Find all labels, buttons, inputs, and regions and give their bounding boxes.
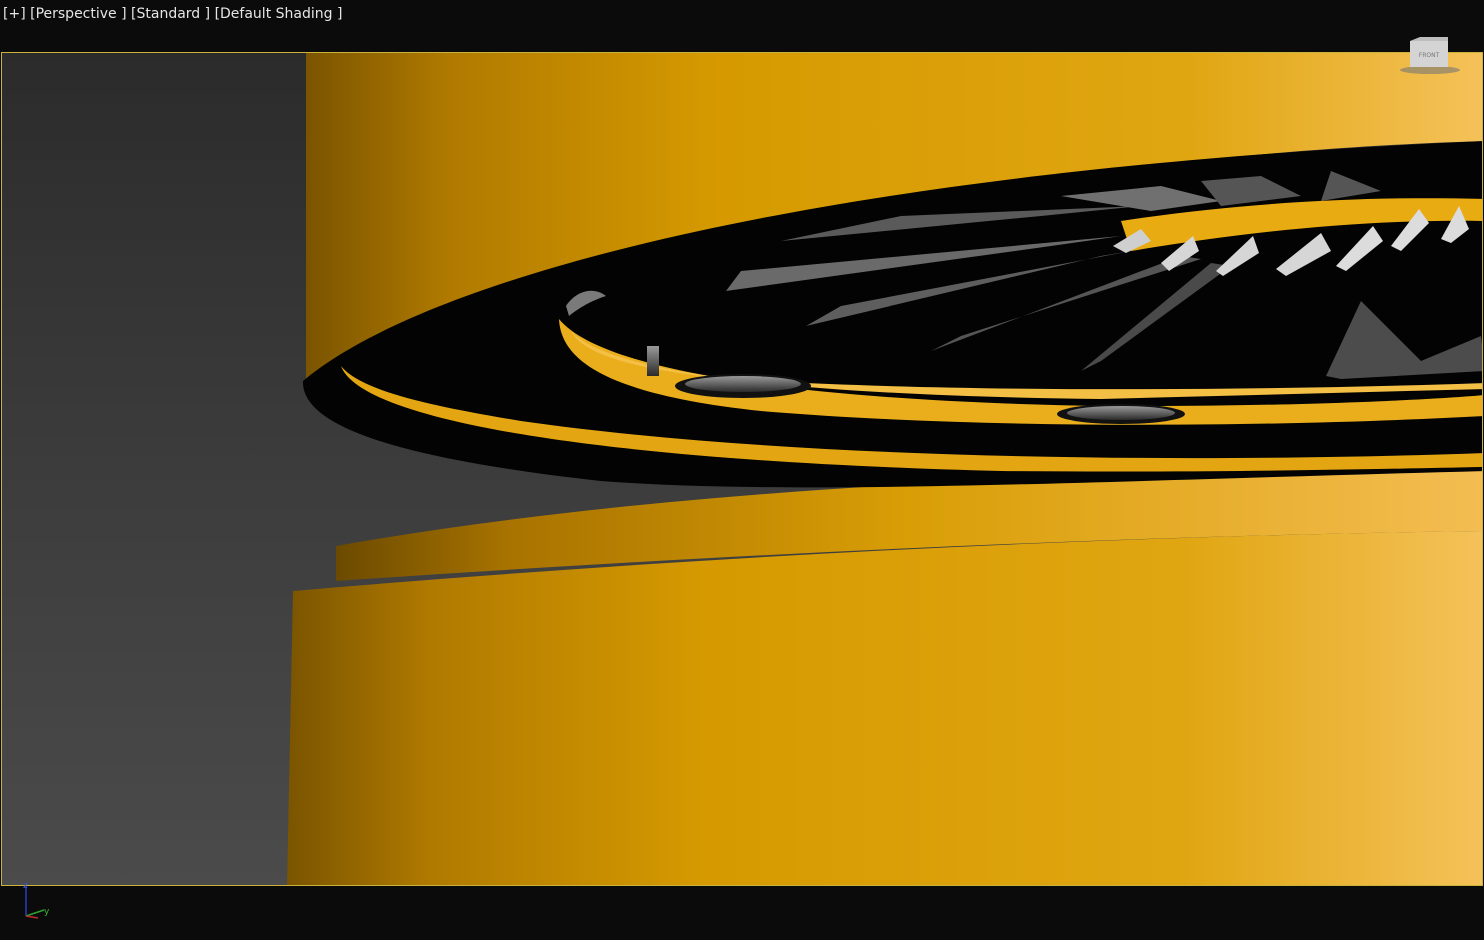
bolt — [1067, 406, 1175, 420]
viewcube-icon[interactable]: FRONT — [1398, 33, 1462, 77]
viewport-header: [+] [Perspective ] [Standard ] [Default … — [0, 0, 1484, 52]
lower-housing — [287, 531, 1482, 885]
bolt — [685, 376, 801, 392]
scene-render — [287, 53, 1482, 885]
axis-y-label: y — [44, 907, 50, 917]
ring-post — [647, 346, 659, 376]
axis-z-label: z — [23, 881, 28, 891]
viewport-general-menu[interactable]: [+] — [3, 6, 26, 22]
viewport-standard-menu[interactable]: [Standard ] — [131, 6, 210, 22]
viewport-label-menu: [+] [Perspective ] [Standard ] [Default … — [3, 6, 342, 22]
viewport-shading-menu[interactable]: [Default Shading ] — [215, 6, 343, 22]
axis-tripod-icon: z y — [23, 881, 50, 919]
viewport-point-of-view-menu[interactable]: [Perspective ] — [30, 6, 126, 22]
viewport-footer — [0, 886, 1484, 940]
viewcube-face-label: FRONT — [1419, 52, 1440, 59]
perspective-viewport[interactable] — [1, 52, 1483, 886]
